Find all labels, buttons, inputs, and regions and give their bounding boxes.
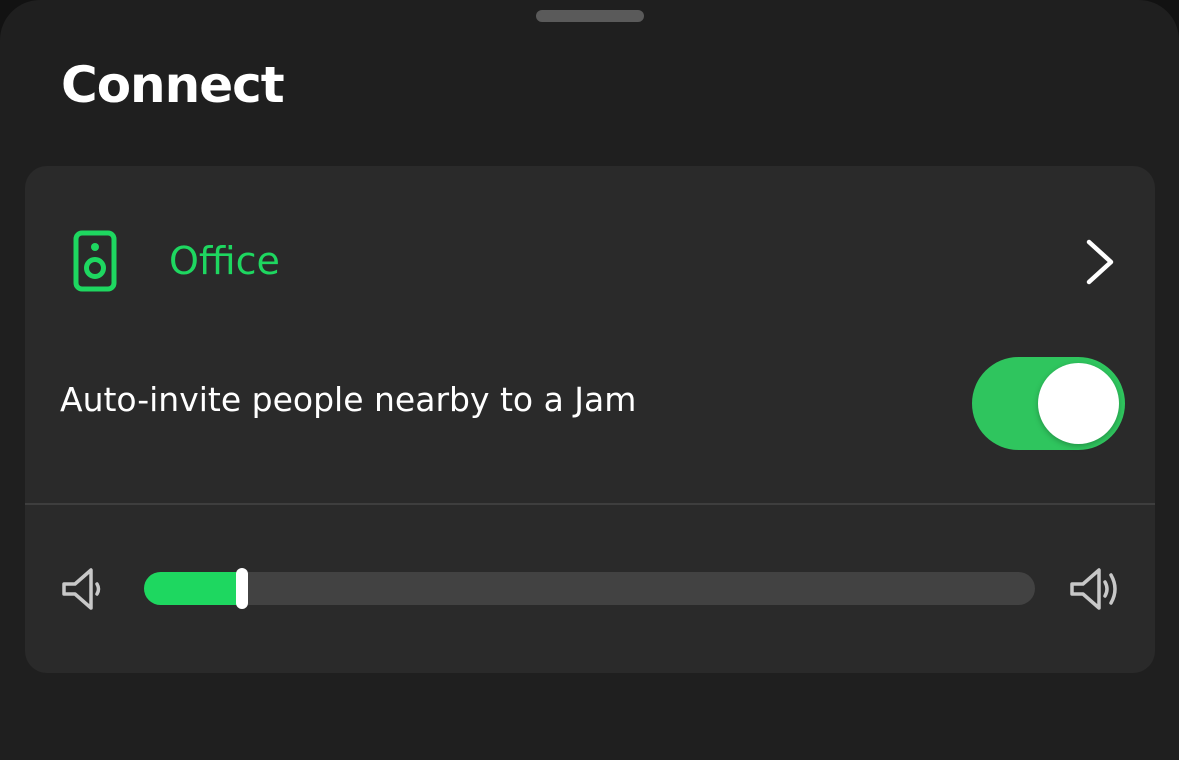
divider — [25, 503, 1155, 505]
volume-slider[interactable] — [144, 568, 1035, 609]
volume-high-icon — [1070, 568, 1117, 610]
auto-invite-label: Auto-invite people nearby to a Jam — [60, 380, 637, 419]
volume-slider-thumb[interactable] — [236, 568, 248, 609]
speaker-icon — [73, 230, 117, 292]
page-title: Connect — [61, 56, 285, 114]
volume-low-icon — [62, 568, 101, 610]
auto-invite-toggle[interactable] — [972, 357, 1125, 450]
chevron-right-icon[interactable] — [1083, 236, 1117, 288]
drag-handle[interactable] — [536, 10, 644, 22]
connect-sheet: Connect Office Auto-invite people nearby… — [0, 0, 1179, 760]
device-row[interactable]: Office — [25, 206, 1155, 318]
volume-slider-fill — [144, 572, 242, 605]
device-name: Office — [169, 239, 280, 283]
auto-invite-row: Auto-invite people nearby to a Jam — [25, 346, 1155, 456]
toggle-knob — [1038, 363, 1119, 444]
connect-card: Office Auto-invite people nearby to a Ja… — [25, 166, 1155, 673]
